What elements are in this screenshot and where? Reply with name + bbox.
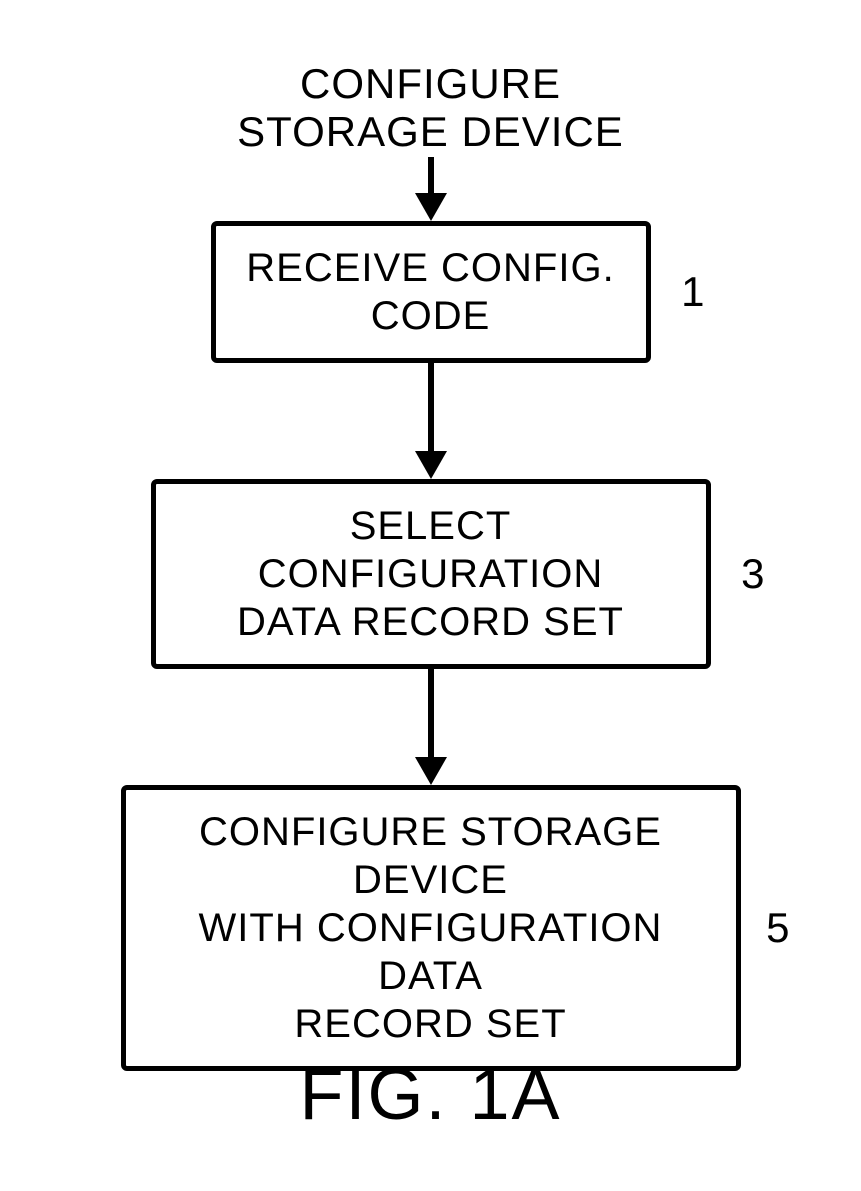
step-3-label: 5 <box>766 902 790 952</box>
step-box-1: RECEIVE CONFIG. CODE 1 <box>211 221 651 363</box>
step-box-2: SELECT CONFIGURATION DATA RECORD SET 3 <box>151 479 711 669</box>
flowchart-container: CONFIGURE STORAGE DEVICE RECEIVE CONFIG.… <box>121 60 741 1071</box>
step-2-label: 3 <box>741 548 765 598</box>
step-1-line-1: RECEIVE CONFIG. <box>246 246 614 290</box>
arrow-0 <box>415 157 447 221</box>
arrow-1 <box>415 363 447 479</box>
flowchart-title: CONFIGURE STORAGE DEVICE <box>237 60 624 157</box>
step-3-line-2: WITH CONFIGURATION DATA <box>199 906 663 998</box>
step-2-line-1: SELECT CONFIGURATION <box>258 504 604 596</box>
step-2-line-2: DATA RECORD SET <box>237 600 624 644</box>
step-1-label: 1 <box>681 266 705 316</box>
figure-label: FIG. 1A <box>299 1054 561 1136</box>
step-1-line-2: CODE <box>371 294 491 338</box>
step-3-line-1: CONFIGURE STORAGE DEVICE <box>199 810 662 902</box>
arrow-2 <box>415 669 447 785</box>
title-line-1: CONFIGURE <box>300 60 561 107</box>
step-box-3: CONFIGURE STORAGE DEVICE WITH CONFIGURAT… <box>121 785 741 1071</box>
step-3-line-3: RECORD SET <box>294 1002 566 1046</box>
title-line-2: STORAGE DEVICE <box>237 108 624 155</box>
